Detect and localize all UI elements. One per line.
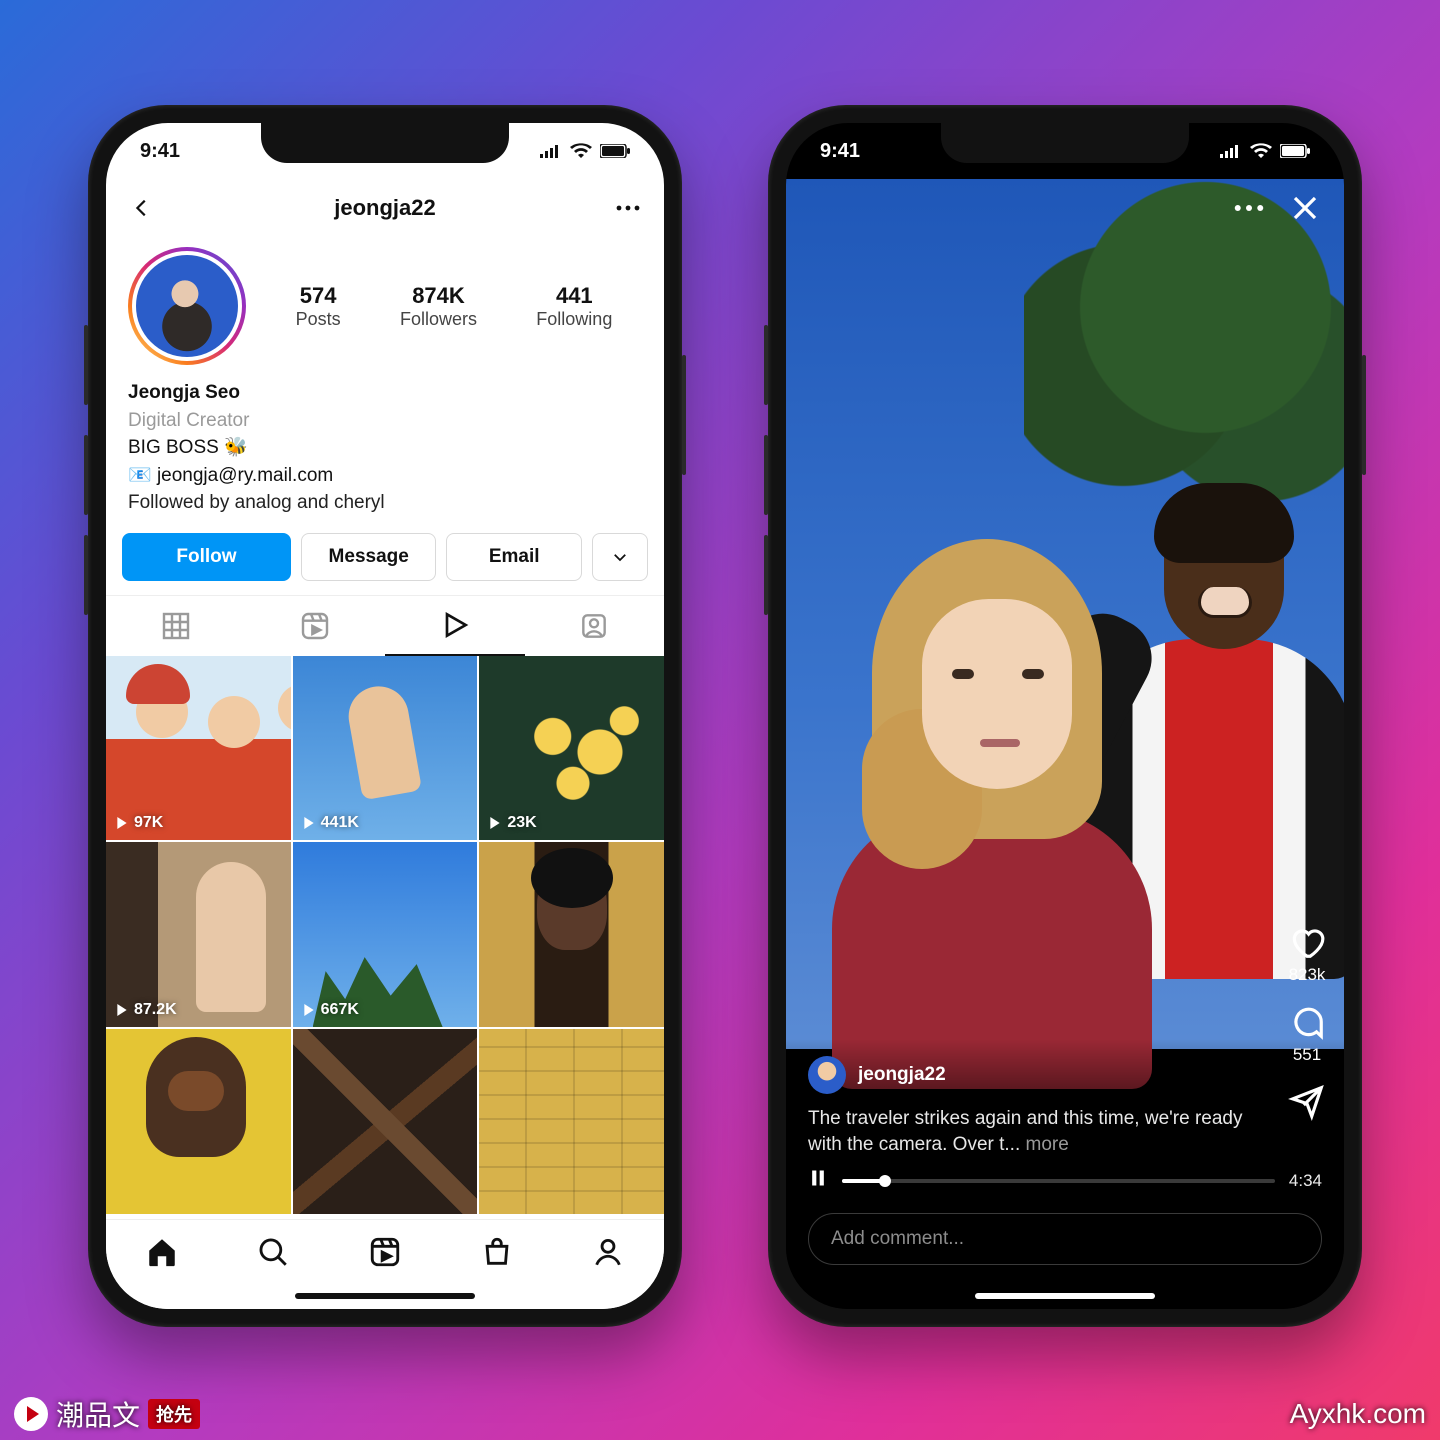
poster-avatar — [808, 1056, 846, 1094]
person-front — [812, 529, 1142, 1049]
signal-icon — [540, 144, 562, 158]
chevron-down-icon — [611, 548, 629, 566]
comment-button[interactable]: 551 — [1288, 1003, 1326, 1065]
stat-followers[interactable]: 874KFollowers — [400, 283, 477, 330]
comment-icon — [1288, 1003, 1326, 1041]
home-indicator — [975, 1293, 1155, 1299]
reels-icon — [299, 610, 331, 642]
comment-count: 551 — [1293, 1045, 1321, 1065]
shop-icon — [480, 1235, 514, 1269]
profile-username: jeongja22 — [334, 195, 435, 221]
phone-video: 9:41 — [768, 105, 1362, 1327]
status-time: 9:41 — [820, 140, 860, 163]
avatar[interactable] — [128, 247, 246, 365]
duration: 4:34 — [1289, 1171, 1322, 1191]
bio-block: Jeongja Seo Digital Creator BIG BOSS 🐝 📧… — [106, 369, 664, 533]
pause-icon — [808, 1168, 828, 1188]
nav-profile[interactable] — [591, 1235, 625, 1274]
message-button[interactable]: Message — [301, 533, 437, 581]
bio-email[interactable]: 📧 jeongja@ry.mail.com — [128, 462, 642, 490]
grid-item[interactable]: 23K — [479, 656, 664, 841]
grid-icon — [160, 610, 192, 642]
status-time: 9:41 — [140, 140, 180, 163]
bio-line: BIG BOSS 🐝 — [128, 434, 642, 462]
email-button[interactable]: Email — [446, 533, 582, 581]
share-button[interactable] — [1288, 1083, 1326, 1121]
watermark-play-icon — [14, 1397, 48, 1431]
close-icon — [1290, 193, 1320, 223]
stat-posts[interactable]: 574Posts — [296, 283, 341, 330]
nav-search[interactable] — [256, 1235, 290, 1274]
grid-item[interactable]: 97K — [106, 656, 291, 841]
video-menu-button[interactable] — [1234, 193, 1264, 228]
side-actions: 823k 551 — [1288, 923, 1326, 1121]
home-icon — [145, 1235, 179, 1269]
notch — [261, 123, 509, 163]
nav-reels[interactable] — [368, 1235, 402, 1274]
battery-icon — [600, 144, 630, 158]
watermark: 潮品文 抢先 Ayxhk.com — [0, 1394, 1440, 1434]
pause-button[interactable] — [808, 1168, 828, 1193]
comment-placeholder: Add comment... — [831, 1228, 964, 1250]
grid-item[interactable] — [293, 1029, 478, 1214]
heart-icon — [1288, 923, 1326, 961]
like-button[interactable]: 823k — [1288, 923, 1326, 985]
home-indicator — [295, 1293, 475, 1299]
bio-name: Jeongja Seo — [128, 379, 642, 407]
video-progress[interactable]: 4:34 — [808, 1168, 1322, 1193]
wifi-icon — [570, 143, 592, 159]
profile-menu-button[interactable] — [614, 194, 642, 222]
stat-following[interactable]: 441Following — [536, 283, 612, 330]
video-grid: 97K 441K 23K 87.2K 667K — [106, 656, 664, 1214]
add-comment-input[interactable]: Add comment... — [808, 1213, 1322, 1265]
video-poster[interactable]: jeongja22 — [808, 1056, 1254, 1094]
play-outline-icon — [439, 609, 471, 641]
suggested-caret-button[interactable] — [592, 533, 648, 581]
followed-by[interactable]: Followed by analog and cheryl — [128, 489, 642, 517]
grid-item[interactable]: 667K — [293, 842, 478, 1027]
tab-grid[interactable] — [106, 596, 246, 656]
share-icon — [1288, 1083, 1326, 1121]
tab-video[interactable] — [385, 596, 525, 656]
like-count: 823k — [1289, 965, 1326, 985]
profile-nav-row: jeongja22 — [106, 179, 664, 237]
grid-item[interactable]: 87.2K — [106, 842, 291, 1027]
close-button[interactable] — [1290, 193, 1320, 228]
profile-icon — [591, 1235, 625, 1269]
grid-item[interactable] — [106, 1029, 291, 1214]
status-icons — [540, 143, 630, 159]
grid-item[interactable] — [479, 1029, 664, 1214]
follow-button[interactable]: Follow — [122, 533, 291, 581]
search-icon — [256, 1235, 290, 1269]
video-caption[interactable]: The traveler strikes again and this time… — [808, 1106, 1254, 1159]
progress-bar[interactable] — [842, 1179, 1275, 1183]
back-button[interactable] — [128, 194, 156, 222]
tagged-icon — [578, 610, 610, 642]
nav-home[interactable] — [145, 1235, 179, 1274]
grid-item[interactable] — [479, 842, 664, 1027]
notch — [941, 123, 1189, 163]
reels-icon — [368, 1235, 402, 1269]
tab-reels[interactable] — [246, 596, 386, 656]
tab-tagged[interactable] — [525, 596, 665, 656]
grid-item[interactable]: 441K — [293, 656, 478, 841]
dots-icon — [1234, 193, 1264, 223]
nav-shop[interactable] — [480, 1235, 514, 1274]
poster-name: jeongja22 — [858, 1064, 946, 1086]
bio-category: Digital Creator — [128, 407, 642, 435]
phone-profile: 9:41 jeongja22 574Posts — [88, 105, 682, 1327]
